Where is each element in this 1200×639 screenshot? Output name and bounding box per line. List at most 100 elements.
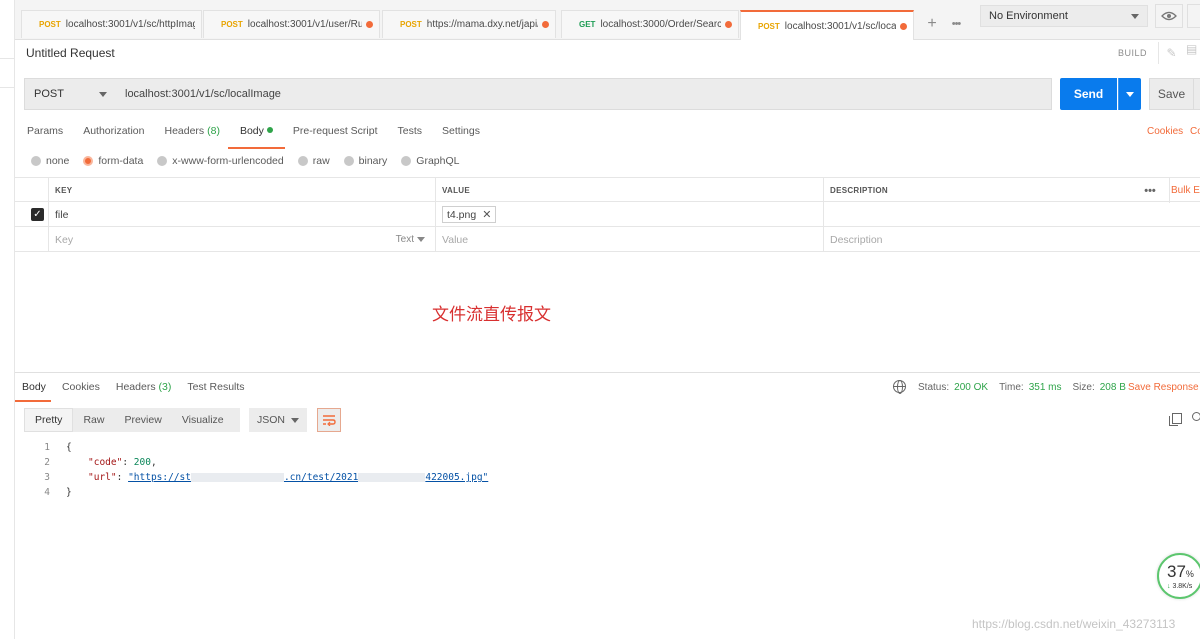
tab-params[interactable]: Params bbox=[27, 125, 63, 143]
settings-gear-button[interactable] bbox=[1187, 4, 1200, 28]
new-tab-plus-icon[interactable]: + bbox=[921, 10, 943, 38]
new-key-input[interactable]: Key Text bbox=[48, 227, 435, 252]
send-button[interactable]: Send bbox=[1060, 78, 1117, 110]
line-number: 4 bbox=[44, 487, 50, 498]
response-body-code[interactable]: 1{ 2 "code": 200, 3 "url": "https://st .cn/… bbox=[24, 440, 488, 500]
column-header-key: KEY bbox=[48, 178, 435, 203]
view-preview-button[interactable]: Preview bbox=[114, 408, 171, 432]
status-value[interactable]: 200 OK bbox=[954, 382, 988, 393]
build-mode-label: BUILD bbox=[1118, 48, 1148, 58]
header-check-cell bbox=[15, 178, 48, 203]
body-type-graphql[interactable]: GraphQL bbox=[401, 155, 459, 167]
radio-icon bbox=[31, 156, 41, 166]
cookies-link[interactable]: Cookies bbox=[1147, 126, 1183, 137]
row-description-cell[interactable] bbox=[823, 202, 1200, 227]
unsaved-dot-icon bbox=[725, 21, 732, 28]
tab-method: POST bbox=[400, 20, 422, 29]
copy-icon[interactable] bbox=[1169, 413, 1182, 426]
unsaved-dot-icon bbox=[542, 21, 549, 28]
more-options-icon[interactable]: ••• bbox=[1139, 178, 1161, 203]
body-type-raw[interactable]: raw bbox=[297, 155, 330, 167]
url-segment: .cn/test/2021 bbox=[283, 472, 359, 483]
remove-file-close-icon[interactable]: ✕ bbox=[482, 208, 491, 221]
row-key-cell[interactable]: file bbox=[48, 202, 435, 227]
radio-icon bbox=[401, 156, 412, 166]
save-response-button[interactable]: Save Response bbox=[1128, 382, 1199, 393]
save-button[interactable]: Save bbox=[1149, 78, 1194, 110]
key-type-select[interactable]: Text bbox=[396, 234, 425, 245]
time-value[interactable]: 351 ms bbox=[1029, 382, 1062, 393]
view-pretty-button[interactable]: Pretty bbox=[24, 408, 74, 432]
line-number: 2 bbox=[44, 457, 50, 468]
body-type-form-data[interactable]: form-data bbox=[83, 155, 143, 167]
request-tab-1[interactable]: POST localhost:3001/v1/sc/httpImage bbox=[21, 10, 202, 38]
table-row: ✓ file t4.png ✕ bbox=[15, 202, 1200, 227]
size-value[interactable]: 208 B bbox=[1100, 382, 1126, 393]
download-arrow-icon: ↓ bbox=[1167, 583, 1171, 590]
line-number: 3 bbox=[44, 472, 50, 483]
search-icon[interactable] bbox=[1192, 412, 1200, 421]
request-tab-3[interactable]: POST https://mama.dxy.net/japi/pla... bbox=[382, 10, 556, 38]
response-tab-test-results[interactable]: Test Results bbox=[187, 381, 244, 397]
json-open-brace: { bbox=[66, 442, 72, 453]
tab-tests[interactable]: Tests bbox=[398, 125, 423, 143]
response-tab-cookies[interactable]: Cookies bbox=[62, 381, 100, 397]
edit-pencil-icon[interactable]: ✎ bbox=[1158, 42, 1184, 64]
json-value-code: 200 bbox=[133, 457, 151, 468]
save-options-dropdown[interactable] bbox=[1193, 78, 1200, 110]
radio-icon bbox=[157, 156, 168, 166]
network-speed-widget[interactable]: 37% ↓ 3.8K/s bbox=[1157, 553, 1200, 599]
table-header-row: KEY VALUE DESCRIPTION ••• Bulk Edit bbox=[15, 177, 1200, 203]
status-label: Status: bbox=[918, 382, 950, 393]
chevron-down-icon bbox=[417, 237, 425, 242]
environment-select[interactable]: No Environment bbox=[980, 5, 1148, 27]
request-tab-4[interactable]: GET localhost:3000/Order/Search?t... bbox=[561, 10, 739, 38]
send-options-dropdown[interactable] bbox=[1118, 78, 1141, 110]
body-type-radio-group: none form-data x-www-form-urlencoded raw… bbox=[31, 155, 473, 167]
globe-icon[interactable] bbox=[893, 380, 906, 394]
response-tabs: Body Cookies Headers (3) Test Results bbox=[15, 381, 261, 402]
radio-icon bbox=[343, 156, 354, 166]
body-type-urlencoded[interactable]: x-www-form-urlencoded bbox=[157, 155, 284, 167]
response-tab-body[interactable]: Body bbox=[15, 381, 51, 402]
request-name[interactable]: Untitled Request bbox=[26, 46, 115, 60]
bulk-edit-link[interactable]: Bulk Edit bbox=[1169, 178, 1200, 203]
body-indicator-dot-icon bbox=[266, 127, 273, 133]
tab-body[interactable]: Body bbox=[227, 125, 285, 149]
tab-overflow-more-icon[interactable]: ••• bbox=[945, 10, 967, 38]
tab-headers[interactable]: Headers (8) bbox=[164, 125, 219, 143]
chevron-down-icon bbox=[1131, 13, 1139, 19]
body-type-binary[interactable]: binary bbox=[343, 155, 387, 167]
http-method-select[interactable]: POST bbox=[24, 78, 117, 110]
environment-quick-look-button[interactable] bbox=[1155, 4, 1183, 28]
json-value-url-quote[interactable]: "https://st .cn/test/2021 422005.jpg" bbox=[128, 472, 488, 483]
response-status-bar: Status: 200 OK Time: 351 ms Size: 208 B bbox=[918, 382, 1137, 393]
url-input[interactable]: localhost:3001/v1/sc/localImage bbox=[116, 78, 1052, 110]
new-description-input[interactable]: Description bbox=[823, 227, 1200, 252]
response-language-select[interactable]: JSON bbox=[249, 408, 307, 432]
row-enabled-checkbox[interactable]: ✓ bbox=[31, 208, 44, 221]
code-link[interactable]: Code bbox=[1190, 126, 1200, 137]
sidebar-notch bbox=[0, 58, 15, 88]
response-tab-headers-label: Headers bbox=[115, 381, 156, 393]
new-value-input[interactable]: Value bbox=[435, 227, 823, 252]
response-headers-count: (3) bbox=[158, 381, 172, 393]
body-type-none[interactable]: none bbox=[31, 155, 69, 167]
row-check-cell bbox=[15, 227, 48, 252]
documentation-icon[interactable]: ▤ bbox=[1186, 42, 1200, 64]
wrap-lines-button[interactable] bbox=[317, 408, 341, 432]
view-raw-button[interactable]: Raw bbox=[73, 408, 114, 432]
url-segment: "https://st bbox=[128, 472, 191, 483]
radio-label: GraphQL bbox=[416, 155, 460, 167]
response-divider[interactable] bbox=[15, 372, 1200, 373]
code-line: 3 "url": "https://st .cn/test/2021 422005.j… bbox=[24, 470, 488, 485]
tab-authorization[interactable]: Authorization bbox=[83, 125, 144, 143]
description-placeholder: Description bbox=[830, 233, 883, 246]
view-visualize-button[interactable]: Visualize bbox=[172, 408, 234, 432]
response-tab-headers[interactable]: Headers (3) bbox=[116, 381, 171, 397]
request-tab-5-active[interactable]: POST localhost:3001/v1/sc/localIma... bbox=[740, 10, 914, 40]
tab-settings[interactable]: Settings bbox=[442, 125, 480, 143]
request-config-tabs: Params Authorization Headers (8) Body Pr… bbox=[27, 125, 500, 149]
tab-prerequest-script[interactable]: Pre-request Script bbox=[293, 125, 378, 143]
request-tab-2[interactable]: POST localhost:3001/v1/user/Runn... bbox=[203, 10, 380, 38]
